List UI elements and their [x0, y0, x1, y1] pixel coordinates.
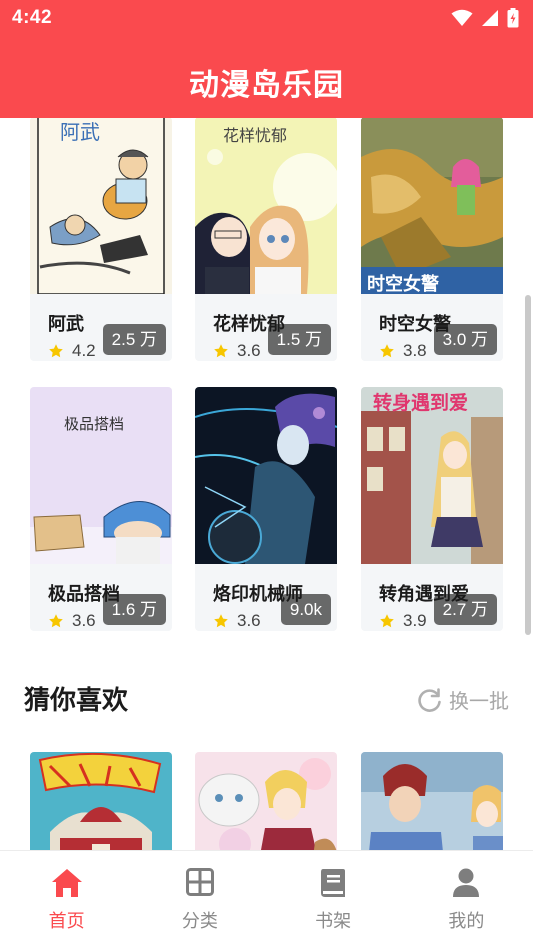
comic-card[interactable]: 阿武 2.5 万 阿武 4.2: [30, 118, 172, 361]
tab-bookshelf[interactable]: 书架: [267, 851, 400, 948]
view-count: 2.5 万: [102, 324, 166, 355]
comic-cover: [30, 752, 172, 850]
rating: 3.8: [379, 341, 427, 361]
tab-label: 首页: [48, 911, 85, 932]
rating-value: 4.2: [72, 341, 96, 360]
comic-card[interactable]: 花样忧郁 1.5 万 花样忧郁 3.6: [195, 118, 337, 361]
rating: 3.9: [379, 611, 427, 631]
rating: 3.6: [213, 611, 261, 631]
battery-icon: [507, 8, 519, 28]
comic-card[interactable]: 时空女警 3.0 万 时空女警 3.8: [361, 118, 503, 361]
star-icon: [380, 614, 394, 628]
section-title: 猜你喜欢: [24, 686, 129, 716]
book-icon: [321, 869, 346, 897]
comic-cover: [195, 387, 337, 564]
status-time: 4:42: [12, 7, 53, 28]
signal-icon: [482, 10, 498, 26]
refresh-button[interactable]: 换一批: [417, 685, 509, 714]
comic-cover: [195, 752, 337, 850]
status-bar: 4:42: [0, 0, 533, 36]
tab-category[interactable]: 分类: [133, 851, 266, 948]
recommend-card[interactable]: [30, 752, 172, 850]
wifi-icon: [451, 9, 473, 26]
star-icon: [214, 344, 228, 358]
rating: 4.2: [48, 341, 96, 361]
home-icon: [51, 869, 82, 897]
refresh-icon: [418, 687, 441, 712]
comic-cover: 时空女警: [361, 118, 503, 294]
star-icon: [49, 614, 63, 628]
tab-label: 我的: [448, 911, 485, 932]
comic-cover: 极品搭档: [30, 387, 172, 564]
scrollbar[interactable]: [525, 295, 531, 635]
comic-card[interactable]: 9.0k 烙印机械师 3.6: [195, 387, 337, 631]
tab-home[interactable]: 首页: [0, 851, 133, 948]
tab-label: 分类: [181, 911, 218, 932]
svg-text:时空女警: 时空女警: [367, 273, 439, 294]
cover-title: 极品搭档: [64, 415, 124, 433]
rating-value: 3.9: [403, 611, 427, 630]
cover-title: 阿武: [60, 120, 100, 144]
comic-card[interactable]: 极品搭档 1.6 万 极品搭档 3.6: [30, 387, 172, 631]
rating: 3.6: [213, 341, 261, 361]
comic-card[interactable]: 转身遇到爱 2.7 万 转角遇到爱 3.9: [361, 387, 503, 631]
bottom-tab-bar: 首页 分类 书架 我的: [0, 850, 533, 948]
comic-title: 阿武: [48, 314, 84, 335]
rating-value: 3.8: [403, 341, 427, 360]
tab-label: 书架: [315, 911, 352, 932]
star-icon: [214, 614, 228, 628]
comic-cover: 花样忧郁: [195, 118, 337, 294]
refresh-label: 换一批: [449, 689, 509, 713]
comic-cover: 转身遇到爱: [361, 387, 503, 564]
recommend-card[interactable]: [195, 752, 337, 850]
rating-value: 3.6: [237, 341, 261, 360]
comic-cover: [361, 752, 503, 850]
star-icon: [380, 344, 394, 358]
app-header: 动漫岛乐园: [0, 36, 533, 118]
comic-title: 烙印机械师: [213, 584, 303, 605]
comic-title: 转角遇到爱: [379, 584, 469, 605]
app-screen: 4:42 动漫岛乐园 阿武 2.5 万 阿武 4.2 花样忧郁 1.5 万 花样…: [0, 0, 533, 948]
user-icon: [453, 868, 480, 897]
comic-title: 时空女警: [379, 314, 451, 335]
cover-title: 转身遇到爱: [373, 391, 468, 414]
main-content[interactable]: 阿武 2.5 万 阿武 4.2 花样忧郁 1.5 万 花样忧郁 3.6 时空女警…: [0, 118, 533, 850]
comic-title: 极品搭档: [48, 584, 120, 605]
rating-value: 3.6: [72, 611, 96, 630]
rating-value: 3.6: [237, 611, 261, 630]
app-title: 动漫岛乐园: [189, 68, 344, 103]
comic-title: 花样忧郁: [213, 314, 285, 335]
grid-icon: [185, 868, 214, 896]
comic-cover: 阿武: [30, 118, 172, 294]
rating: 3.6: [48, 611, 96, 631]
status-icons: [451, 8, 519, 28]
recommend-card[interactable]: [361, 752, 503, 850]
star-icon: [49, 344, 63, 358]
tab-mine[interactable]: 我的: [400, 851, 533, 948]
cover-title: 花样忧郁: [223, 126, 287, 145]
